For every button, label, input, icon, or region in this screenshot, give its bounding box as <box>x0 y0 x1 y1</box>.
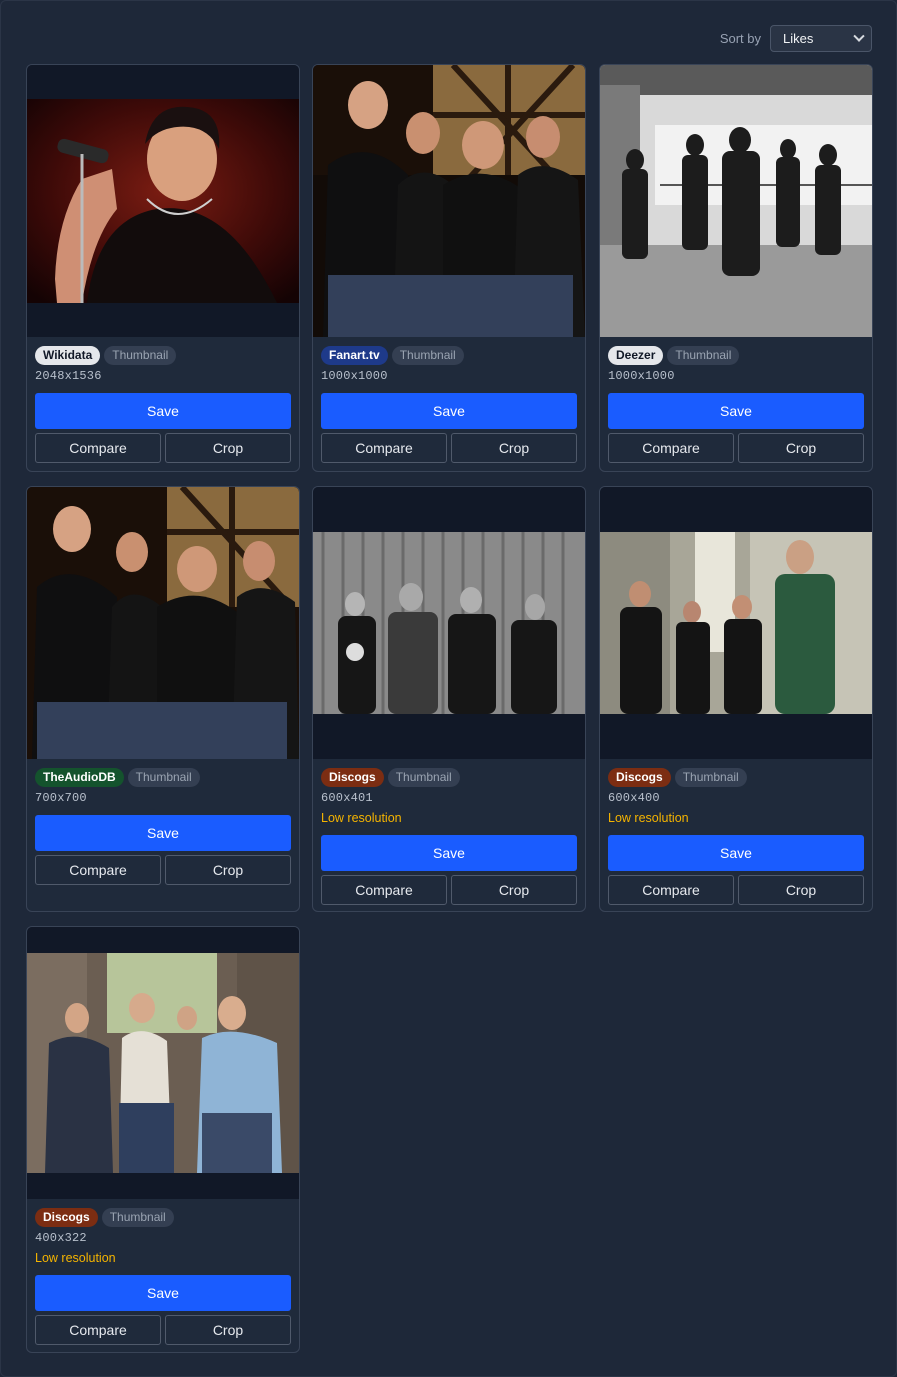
crop-button[interactable]: Crop <box>451 875 577 905</box>
image-thumbnail[interactable] <box>313 65 585 337</box>
source-badge: Fanart.tv <box>321 346 388 365</box>
save-button[interactable]: Save <box>35 1275 291 1311</box>
image-dimensions: 600x401 <box>321 791 373 805</box>
type-badge: Thumbnail <box>127 768 200 787</box>
type-badge: Thumbnail <box>104 346 177 365</box>
save-button[interactable]: Save <box>608 393 864 429</box>
crop-button[interactable]: Crop <box>165 433 291 463</box>
source-badge: TheAudioDB <box>35 768 124 787</box>
image-dimensions: 2048x1536 <box>35 369 102 383</box>
image-thumbnail[interactable] <box>600 487 872 759</box>
image-thumbnail[interactable] <box>27 65 299 337</box>
image-picker-panel: Sort by Likes Wikidata Thumbnail 2048x15… <box>0 0 897 1377</box>
image-card: TheAudioDB Thumbnail 700x700 Save Compar… <box>26 486 300 912</box>
type-badge: Thumbnail <box>387 768 460 787</box>
image-thumbnail[interactable] <box>27 487 299 759</box>
low-resolution-warning: Low resolution <box>321 811 402 825</box>
crop-button[interactable]: Crop <box>451 433 577 463</box>
image-dimensions: 1000x1000 <box>608 369 675 383</box>
crop-button[interactable]: Crop <box>738 433 864 463</box>
sort-label: Sort by <box>719 31 761 46</box>
image-thumbnail[interactable] <box>313 487 585 759</box>
photo-singer <box>27 99 299 303</box>
photo-band-stone-wall <box>27 953 299 1173</box>
image-card: Discogs Thumbnail 600x401 Low resolution… <box>312 486 586 912</box>
crop-button[interactable]: Crop <box>165 1315 291 1345</box>
save-button[interactable]: Save <box>608 835 864 871</box>
save-button[interactable]: Save <box>35 815 291 851</box>
compare-button[interactable]: Compare <box>35 1315 161 1345</box>
source-badge: Discogs <box>35 1208 98 1227</box>
sort-select[interactable]: Likes <box>770 25 872 52</box>
image-card: Wikidata Thumbnail 2048x1536 Save Compar… <box>26 64 300 472</box>
compare-button[interactable]: Compare <box>321 875 447 905</box>
image-card: Discogs Thumbnail 400x322 Low resolution… <box>26 926 300 1353</box>
image-dimensions: 400x322 <box>35 1231 87 1245</box>
photo-band-wall <box>313 532 585 714</box>
source-badge: Discogs <box>321 768 384 787</box>
compare-button[interactable]: Compare <box>321 433 447 463</box>
image-card: Discogs Thumbnail 600x400 Low resolution… <box>599 486 873 912</box>
image-thumbnail[interactable] <box>27 927 299 1199</box>
source-badge: Wikidata <box>35 346 101 365</box>
crop-button[interactable]: Crop <box>738 875 864 905</box>
photo-band-alley <box>600 532 872 714</box>
photo-band-window <box>313 65 585 337</box>
save-button[interactable]: Save <box>35 393 291 429</box>
low-resolution-warning: Low resolution <box>608 811 689 825</box>
compare-button[interactable]: Compare <box>35 855 161 885</box>
compare-button[interactable]: Compare <box>35 433 161 463</box>
image-dimensions: 600x400 <box>608 791 660 805</box>
sort-bar: Sort by Likes <box>720 25 872 52</box>
type-badge: Thumbnail <box>391 346 464 365</box>
save-button[interactable]: Save <box>321 835 577 871</box>
type-badge: Thumbnail <box>674 768 747 787</box>
low-resolution-warning: Low resolution <box>35 1251 116 1265</box>
image-card: Fanart.tv Thumbnail 1000x1000 Save Compa… <box>312 64 586 472</box>
image-dimensions: 1000x1000 <box>321 369 388 383</box>
type-badge: Thumbnail <box>667 346 740 365</box>
type-badge: Thumbnail <box>101 1208 174 1227</box>
save-button[interactable]: Save <box>321 393 577 429</box>
photo-band-garage <box>600 65 872 337</box>
chevron-down-icon <box>853 30 865 42</box>
crop-button[interactable]: Crop <box>165 855 291 885</box>
compare-button[interactable]: Compare <box>608 433 734 463</box>
source-badge: Deezer <box>608 346 664 365</box>
image-thumbnail[interactable] <box>600 65 872 337</box>
source-badge: Discogs <box>608 768 671 787</box>
image-dimensions: 700x700 <box>35 791 87 805</box>
image-card: Deezer Thumbnail 1000x1000 Save Compare … <box>599 64 873 472</box>
photo-band-window <box>27 487 299 759</box>
sort-value: Likes <box>783 31 814 46</box>
compare-button[interactable]: Compare <box>608 875 734 905</box>
